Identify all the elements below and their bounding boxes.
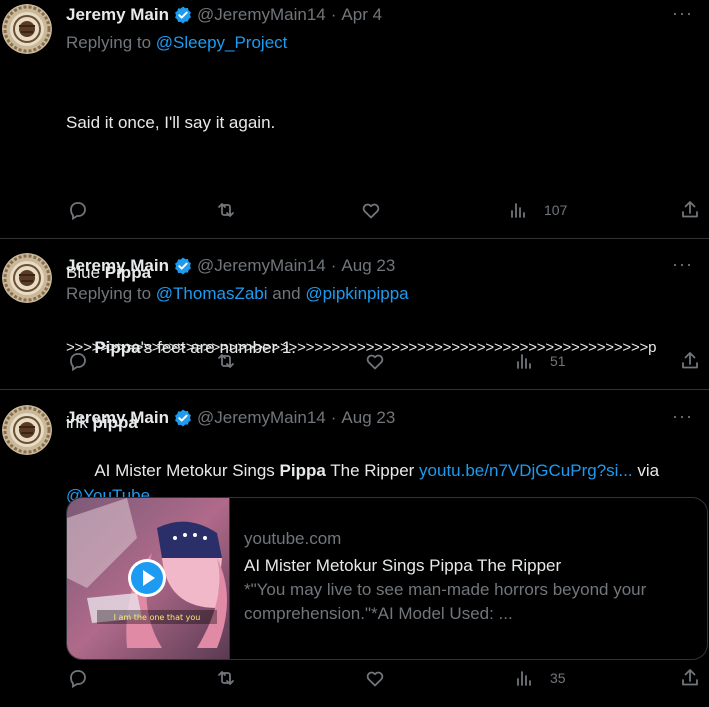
retweet-icon [218, 203, 234, 217]
text-line: Said it once, I'll say it again. [66, 113, 276, 132]
card-thumbnail[interactable]: I am the one that you [67, 498, 230, 659]
card-info: youtube.com AI Mister Metokur Sings Pipp… [244, 528, 697, 626]
tweet-date[interactable]: Aug 23 [341, 408, 395, 428]
like-button[interactable] [363, 349, 387, 373]
link-card[interactable]: I am the one that you youtube.com AI Mis… [66, 497, 708, 660]
highlighted-term: Pippa [279, 461, 326, 480]
like-icon [366, 671, 384, 687]
like-icon [362, 203, 380, 219]
verified-badge-icon [173, 256, 193, 276]
replying-to: Replying to @Sleepy_Project [66, 30, 693, 56]
retweet-button[interactable] [214, 666, 238, 690]
share-icon [682, 352, 698, 369]
tweet-header: Jeremy Main @JeremyMain14 · Aug 23 ··· [66, 254, 693, 278]
like-icon [366, 354, 384, 370]
reply-button[interactable] [66, 349, 90, 373]
like-button[interactable] [363, 666, 387, 690]
avatar[interactable] [2, 4, 52, 54]
retweet-button[interactable] [214, 198, 238, 222]
view-count: 51 [550, 353, 566, 369]
tweet-header: Jeremy Main @JeremyMain14 · Apr 4 ··· [66, 3, 693, 27]
play-icon[interactable] [128, 559, 166, 597]
tweet-text: Pippa's feet are number 1. [94, 338, 297, 357]
more-icon[interactable]: ··· [672, 406, 693, 427]
reply-icon [70, 353, 86, 371]
replying-to: Replying to @ThomasZabi and @pipkinpippa [66, 281, 693, 307]
views-button[interactable]: 35 [512, 666, 566, 690]
views-button[interactable]: 51 [512, 349, 566, 373]
separator: · [330, 5, 337, 24]
tweet[interactable]: Jeremy Main @JeremyMain14 · Aug 23 ··· R… [0, 239, 709, 390]
share-button[interactable] [678, 198, 702, 222]
separator: · [330, 256, 337, 275]
separator: · [330, 408, 337, 427]
share-icon [682, 201, 698, 218]
like-button[interactable] [359, 198, 383, 222]
share-button[interactable] [678, 666, 702, 690]
retweet-icon [218, 354, 234, 368]
user-handle[interactable]: @JeremyMain14 [197, 256, 326, 276]
verified-badge-icon [173, 408, 193, 428]
tweet[interactable]: Jeremy Main @JeremyMain14 · Aug 23 ··· A… [0, 390, 709, 707]
tweet-date[interactable]: Aug 23 [341, 256, 395, 276]
mention-link[interactable]: @ThomasZabi [156, 284, 268, 303]
replying-and: and [267, 284, 306, 303]
replying-label: Replying to [66, 284, 156, 303]
reply-button[interactable] [66, 666, 90, 690]
display-name[interactable]: Jeremy Main [66, 256, 169, 276]
view-count: 35 [550, 670, 566, 686]
share-button[interactable] [678, 349, 702, 373]
mention-link[interactable]: @pipkinpippa [305, 284, 408, 303]
reply-icon [70, 202, 86, 220]
tweet-date[interactable]: Apr 4 [341, 5, 382, 25]
user-handle[interactable]: @JeremyMain14 [197, 408, 326, 428]
retweet-button[interactable] [214, 349, 238, 373]
share-icon [682, 669, 698, 686]
card-title: AI Mister Metokur Sings Pippa The Ripper [244, 556, 562, 575]
more-icon[interactable]: ··· [672, 254, 693, 275]
reply-icon [70, 670, 86, 688]
thumb-caption: I am the one that you [114, 613, 201, 622]
avatar[interactable] [2, 405, 52, 455]
view-count: 107 [544, 202, 568, 218]
views-icon [517, 354, 531, 369]
mention-link[interactable]: @Sleepy_Project [156, 33, 288, 52]
display-name[interactable]: Jeremy Main [66, 408, 169, 428]
replying-label: Replying to [66, 33, 156, 52]
video-link[interactable]: youtu.be/n7VDjGCuPrg?si... [419, 461, 633, 480]
views-icon [517, 671, 531, 686]
tweet[interactable]: Jeremy Main @JeremyMain14 · Apr 4 ··· Re… [0, 0, 709, 432]
more-icon[interactable]: ··· [672, 3, 693, 24]
views-icon [511, 203, 525, 218]
reply-button[interactable] [66, 198, 90, 222]
card-description: *"You may live to see man-made horrors b… [244, 580, 647, 623]
user-handle[interactable]: @JeremyMain14 [197, 5, 326, 25]
retweet-icon [218, 671, 234, 685]
avatar[interactable] [2, 253, 52, 303]
verified-badge-icon [173, 5, 193, 25]
views-button[interactable]: 107 [506, 198, 567, 222]
tweet-header: Jeremy Main @JeremyMain14 · Aug 23 ··· [66, 406, 693, 430]
display-name[interactable]: Jeremy Main [66, 5, 169, 25]
card-domain: youtube.com [244, 529, 342, 548]
